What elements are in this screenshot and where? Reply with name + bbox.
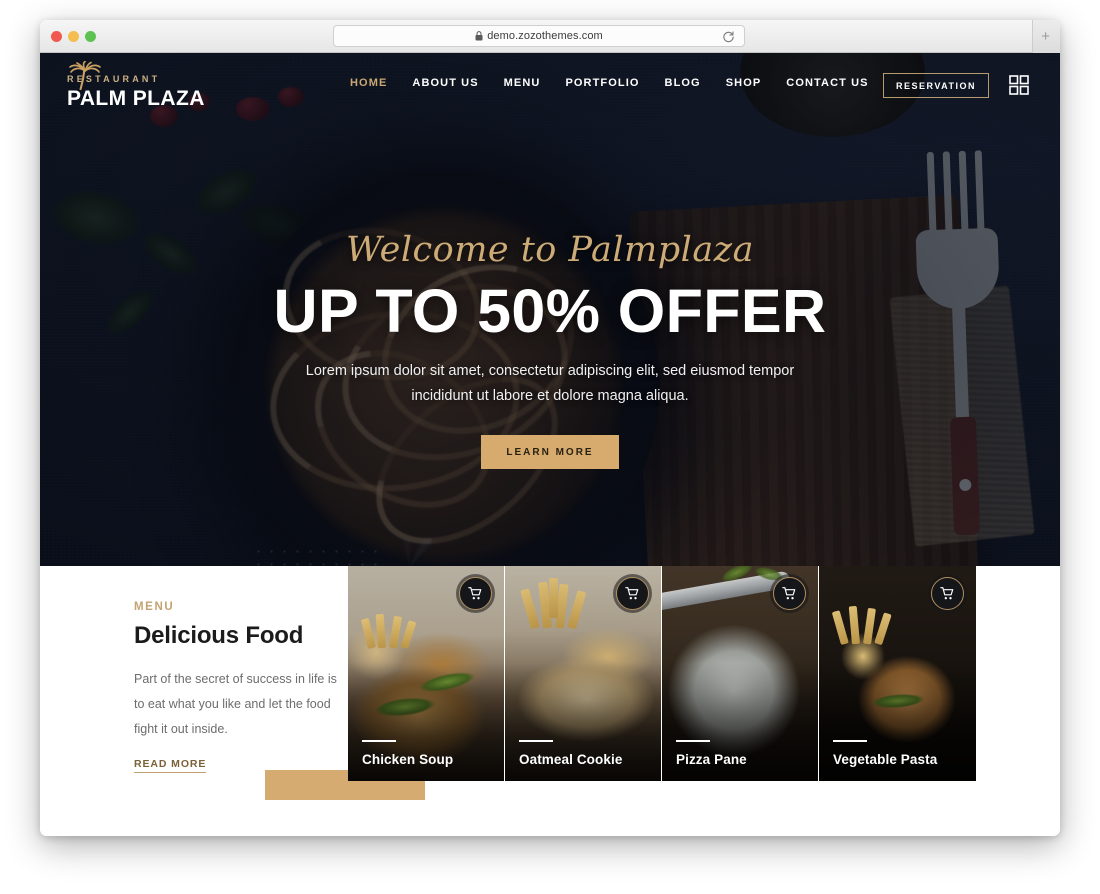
nav-item-contact-us[interactable]: CONTACT US xyxy=(786,77,868,89)
food-card[interactable]: Chicken Soup xyxy=(348,566,505,781)
hero-script-title: Welcome to Palmplaza xyxy=(346,230,754,270)
reservation-button[interactable]: RESERVATION xyxy=(883,73,989,98)
logo-title: PALM PLAZA xyxy=(67,87,205,110)
shopping-cart-icon xyxy=(782,587,796,600)
menu-section: MENU Delicious Food Part of the secret o… xyxy=(40,566,1060,836)
main-navigation: HOME ABOUT US MENU PORTFOLIO BLOG SHOP C… xyxy=(350,77,869,89)
shopping-cart-icon xyxy=(940,587,954,600)
food-card-title: Oatmeal Cookie xyxy=(519,752,623,767)
shopping-cart-icon xyxy=(468,587,482,600)
browser-window: demo.zozothemes.com + RESTAURANT PALM PL… xyxy=(40,20,1060,836)
food-card-divider xyxy=(676,740,710,742)
menu-eyebrow: MENU xyxy=(134,601,175,613)
hero-headline: UP TO 50% OFFER xyxy=(273,276,827,345)
learn-more-button[interactable]: LEARN MORE xyxy=(481,435,619,470)
add-to-cart-button[interactable] xyxy=(459,577,492,610)
site-header: RESTAURANT PALM PLAZA HOME ABOUT US MENU… xyxy=(40,53,1060,116)
address-bar-content: demo.zozothemes.com xyxy=(475,30,603,42)
food-card-footer: Vegetable Pasta xyxy=(833,740,966,767)
lock-icon xyxy=(475,31,483,41)
food-card-title: Vegetable Pasta xyxy=(833,752,938,767)
grid-squares-icon[interactable] xyxy=(1008,74,1030,96)
minimize-window-button[interactable] xyxy=(68,31,79,42)
address-bar-url: demo.zozothemes.com xyxy=(487,30,603,42)
nav-item-blog[interactable]: BLOG xyxy=(665,77,701,89)
add-to-cart-button[interactable] xyxy=(616,577,649,610)
food-card-strip: Chicken Soup Oatmeal Cookie Pizza Pane V… xyxy=(348,566,976,781)
food-card[interactable]: Pizza Pane xyxy=(662,566,819,781)
maximize-window-button[interactable] xyxy=(85,31,96,42)
shopping-cart-icon xyxy=(625,587,639,600)
nav-item-menu[interactable]: MENU xyxy=(504,77,541,89)
menu-heading: Delicious Food xyxy=(134,622,304,649)
page-root: demo.zozothemes.com + RESTAURANT PALM PL… xyxy=(0,0,1100,894)
add-to-cart-button[interactable] xyxy=(931,577,964,610)
food-card-footer: Pizza Pane xyxy=(676,740,808,767)
nav-item-home[interactable]: HOME xyxy=(350,77,387,89)
food-card-footer: Chicken Soup xyxy=(362,740,494,767)
palm-tree-icon xyxy=(69,61,101,91)
food-card-footer: Oatmeal Cookie xyxy=(519,740,651,767)
nav-item-about-us[interactable]: ABOUT US xyxy=(412,77,478,89)
reload-icon[interactable] xyxy=(722,30,735,44)
menu-description: Part of the secret of success in life is… xyxy=(134,672,337,736)
food-card-divider xyxy=(833,740,867,742)
food-card-divider xyxy=(362,740,396,742)
browser-titlebar: demo.zozothemes.com + xyxy=(40,20,1060,53)
food-card-title: Pizza Pane xyxy=(676,752,747,767)
add-to-cart-button[interactable] xyxy=(773,577,806,610)
food-card[interactable]: Vegetable Pasta xyxy=(819,566,976,781)
hero-section: RESTAURANT PALM PLAZA HOME ABOUT US MENU… xyxy=(40,53,1060,566)
food-card[interactable]: Oatmeal Cookie xyxy=(505,566,662,781)
new-tab-button[interactable]: + xyxy=(1041,29,1050,44)
food-card-divider xyxy=(519,740,553,742)
menu-intro-block: MENU Delicious Food Part of the secret o… xyxy=(134,601,339,773)
close-window-button[interactable] xyxy=(51,31,62,42)
hero-content: Welcome to Palmplaza UP TO 50% OFFER Lor… xyxy=(40,230,1060,470)
nav-item-portfolio[interactable]: PORTFOLIO xyxy=(565,77,639,89)
read-more-link[interactable]: READ MORE xyxy=(134,758,207,773)
food-card-title: Chicken Soup xyxy=(362,752,454,767)
hero-subtext: Lorem ipsum dolor sit amet, consectetur … xyxy=(305,362,795,404)
nav-item-shop[interactable]: SHOP xyxy=(726,77,762,89)
site-viewport: RESTAURANT PALM PLAZA HOME ABOUT US MENU… xyxy=(40,53,1060,836)
site-logo[interactable]: RESTAURANT PALM PLAZA xyxy=(67,59,205,109)
address-bar[interactable]: demo.zozothemes.com xyxy=(333,25,745,47)
